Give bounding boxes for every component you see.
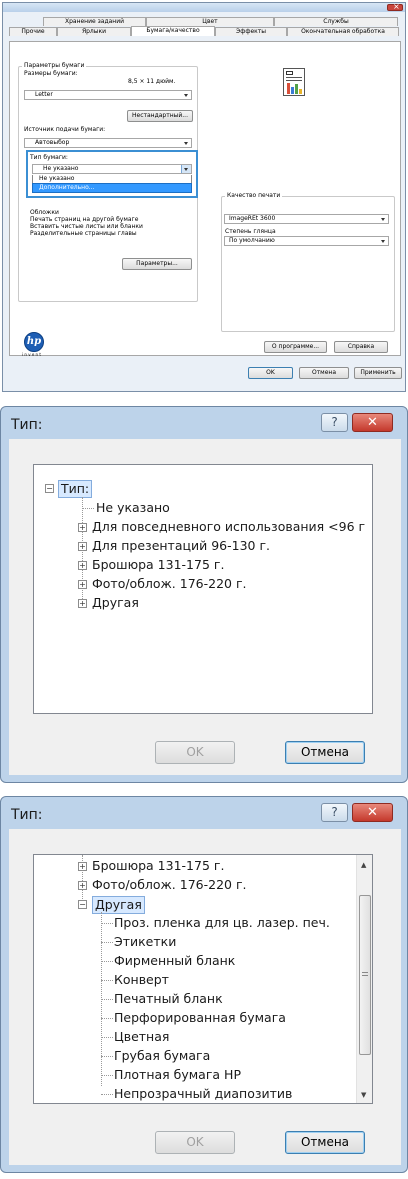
expand-icon[interactable]: + bbox=[78, 523, 87, 532]
tree-child-item[interactable]: Этикетки bbox=[114, 934, 176, 950]
paper-type-selected: Не указано bbox=[43, 165, 79, 172]
help-button[interactable]: Справка bbox=[334, 341, 388, 353]
tree-item[interactable]: Не указано bbox=[96, 500, 170, 516]
gloss-dropdown[interactable]: По умолчанию bbox=[224, 236, 389, 246]
expand-icon[interactable]: + bbox=[78, 599, 87, 608]
gloss-selected: По умолчанию bbox=[229, 237, 275, 244]
gloss-label: Степень глянца bbox=[225, 228, 276, 235]
about-button[interactable]: О программе... bbox=[264, 341, 327, 353]
tab-effects[interactable]: Эффекты bbox=[215, 27, 287, 36]
dialog-title: Тип: bbox=[11, 417, 43, 433]
expand-icon[interactable]: + bbox=[78, 580, 87, 589]
paper-type-dialog-expanded: Тип: ? ✕ + Брошюра 131-175 г. + Фото/обл… bbox=[0, 796, 408, 1173]
paper-source-dropdown[interactable]: Автовыбор bbox=[24, 138, 192, 148]
tab-services[interactable]: Службы bbox=[274, 17, 398, 26]
tab-color[interactable]: Цвет bbox=[146, 17, 274, 26]
special-page-item[interactable]: Разделительные страницы главы bbox=[30, 230, 137, 238]
tree-child-item[interactable]: Проз. пленка для цв. лазер. печ. bbox=[114, 915, 330, 931]
tab-paper-quality[interactable]: Бумага/качество bbox=[131, 26, 215, 36]
tree-child-item[interactable]: Плотная бумага HP bbox=[114, 1067, 241, 1083]
paper-source-selected: Автовыбор bbox=[35, 139, 70, 146]
tree-item[interactable]: Фото/облож. 176-220 г. bbox=[92, 877, 247, 893]
tree-item[interactable]: Для повседневного использования <96 г bbox=[92, 519, 365, 535]
scroll-down-icon[interactable]: ▼ bbox=[361, 1091, 366, 1099]
tab-job-storage[interactable]: Хранение заданий bbox=[43, 17, 146, 26]
scroll-thumb[interactable] bbox=[359, 895, 371, 1055]
close-icon[interactable]: ✕ bbox=[352, 803, 393, 822]
tree-child-item[interactable]: Цветная bbox=[114, 1029, 169, 1045]
close-icon[interactable]: ✕ bbox=[352, 413, 393, 432]
paper-type-tree[interactable]: − Тип: Не указано + Для повседневного ис… bbox=[33, 464, 373, 714]
paper-type-label: Тип бумаги: bbox=[30, 154, 68, 161]
tree-item[interactable]: Брошюра 131-175 г. bbox=[92, 858, 224, 874]
custom-size-button[interactable]: Нестандартный... bbox=[127, 110, 193, 122]
ok-button[interactable]: OK bbox=[248, 367, 293, 379]
expand-icon[interactable]: + bbox=[78, 561, 87, 570]
tab-shortcuts[interactable]: Ярлыки bbox=[57, 27, 131, 36]
ok-button[interactable]: OK bbox=[155, 741, 235, 764]
page-preview-icon bbox=[283, 68, 305, 96]
expand-icon[interactable]: + bbox=[78, 542, 87, 551]
tree-item[interactable]: Фото/облож. 176-220 г. bbox=[92, 576, 247, 592]
paper-type-dialog: Тип: ? ✕ − Тип: Не указано + Для повседн… bbox=[0, 406, 408, 783]
help-icon[interactable]: ? bbox=[321, 413, 348, 432]
tab-other[interactable]: Прочие bbox=[9, 27, 57, 36]
dialog-title: Тип: bbox=[11, 807, 43, 823]
expand-icon[interactable]: + bbox=[78, 862, 87, 871]
chevron-down-icon bbox=[381, 218, 385, 221]
tree-child-item[interactable]: Конверт bbox=[114, 972, 169, 988]
option-advanced[interactable]: Дополнительно... bbox=[32, 183, 192, 193]
tree-item[interactable]: Другая bbox=[92, 595, 139, 611]
expand-icon[interactable]: + bbox=[78, 881, 87, 890]
hp-logo-icon: hp bbox=[24, 332, 44, 352]
paper-type-dropdown[interactable]: Не указано bbox=[32, 164, 192, 174]
collapse-icon[interactable]: − bbox=[45, 484, 54, 493]
tree-root[interactable]: Тип: bbox=[58, 480, 93, 498]
scroll-up-icon[interactable]: ▲ bbox=[361, 861, 366, 869]
invent-text: i n v e n t bbox=[22, 352, 41, 357]
tree-child-item[interactable]: Печатный бланк bbox=[114, 991, 223, 1007]
paper-type-tree[interactable]: + Брошюра 131-175 г. + Фото/облож. 176-2… bbox=[33, 854, 373, 1104]
cancel-button[interactable]: Отмена bbox=[285, 1131, 365, 1154]
tree-child-item[interactable]: Грубая бумага bbox=[114, 1048, 210, 1064]
parameters-button[interactable]: Параметры... bbox=[122, 258, 192, 270]
window-close-button[interactable] bbox=[387, 2, 403, 11]
paper-source-label: Источник подачи бумаги: bbox=[24, 126, 106, 133]
title-bar bbox=[3, 2, 405, 12]
cancel-button[interactable]: Отмена bbox=[285, 741, 365, 764]
paper-sizes-label: Размеры бумаги: bbox=[24, 70, 78, 77]
paper-size-dropdown[interactable]: Letter bbox=[24, 90, 192, 100]
option-not-specified[interactable]: Не указано bbox=[32, 175, 192, 183]
cancel-button[interactable]: Отмена bbox=[299, 367, 349, 379]
dialog-client: − Тип: Не указано + Для повседневного ис… bbox=[9, 439, 401, 775]
quality-dropdown[interactable]: ImageREt 3600 bbox=[224, 214, 389, 224]
ok-button[interactable]: OK bbox=[155, 1131, 235, 1154]
chevron-down-icon bbox=[184, 142, 188, 145]
collapse-icon[interactable]: − bbox=[78, 900, 87, 909]
tree-child-item[interactable]: Перфорированная бумага bbox=[114, 1010, 286, 1026]
paper-size-value: 8,5 × 11 дюйм. bbox=[128, 78, 176, 85]
printer-properties-window: Хранение заданий Цвет Службы Прочие Ярлы… bbox=[2, 2, 406, 392]
tree-item[interactable]: Для презентаций 96-130 г. bbox=[92, 538, 270, 554]
help-icon[interactable]: ? bbox=[321, 803, 348, 822]
dialog-client: + Брошюра 131-175 г. + Фото/облож. 176-2… bbox=[9, 829, 401, 1165]
chevron-down-icon bbox=[381, 240, 385, 243]
tree-item-selected[interactable]: Другая bbox=[92, 896, 145, 914]
quality-selected: ImageREt 3600 bbox=[229, 215, 276, 222]
tab-finishing[interactable]: Окончательная обработка bbox=[287, 27, 399, 36]
tab-content: Параметры бумаги Размеры бумаги: 8,5 × 1… bbox=[9, 41, 401, 357]
tree-child-item[interactable]: Непрозрачный диапозитив bbox=[114, 1086, 292, 1102]
chevron-down-icon bbox=[184, 168, 188, 171]
tree-child-item[interactable]: Фирменный бланк bbox=[114, 953, 235, 969]
tree-item[interactable]: Брошюра 131-175 г. bbox=[92, 557, 224, 573]
chevron-down-icon bbox=[184, 94, 188, 97]
paper-params-label: Параметры бумаги bbox=[22, 62, 87, 70]
print-quality-label: Качество печати bbox=[225, 192, 283, 200]
paper-size-selected: Letter bbox=[35, 91, 53, 98]
vertical-scrollbar[interactable]: ▲ ▼ bbox=[356, 855, 372, 1103]
apply-button[interactable]: Применить bbox=[354, 367, 402, 379]
